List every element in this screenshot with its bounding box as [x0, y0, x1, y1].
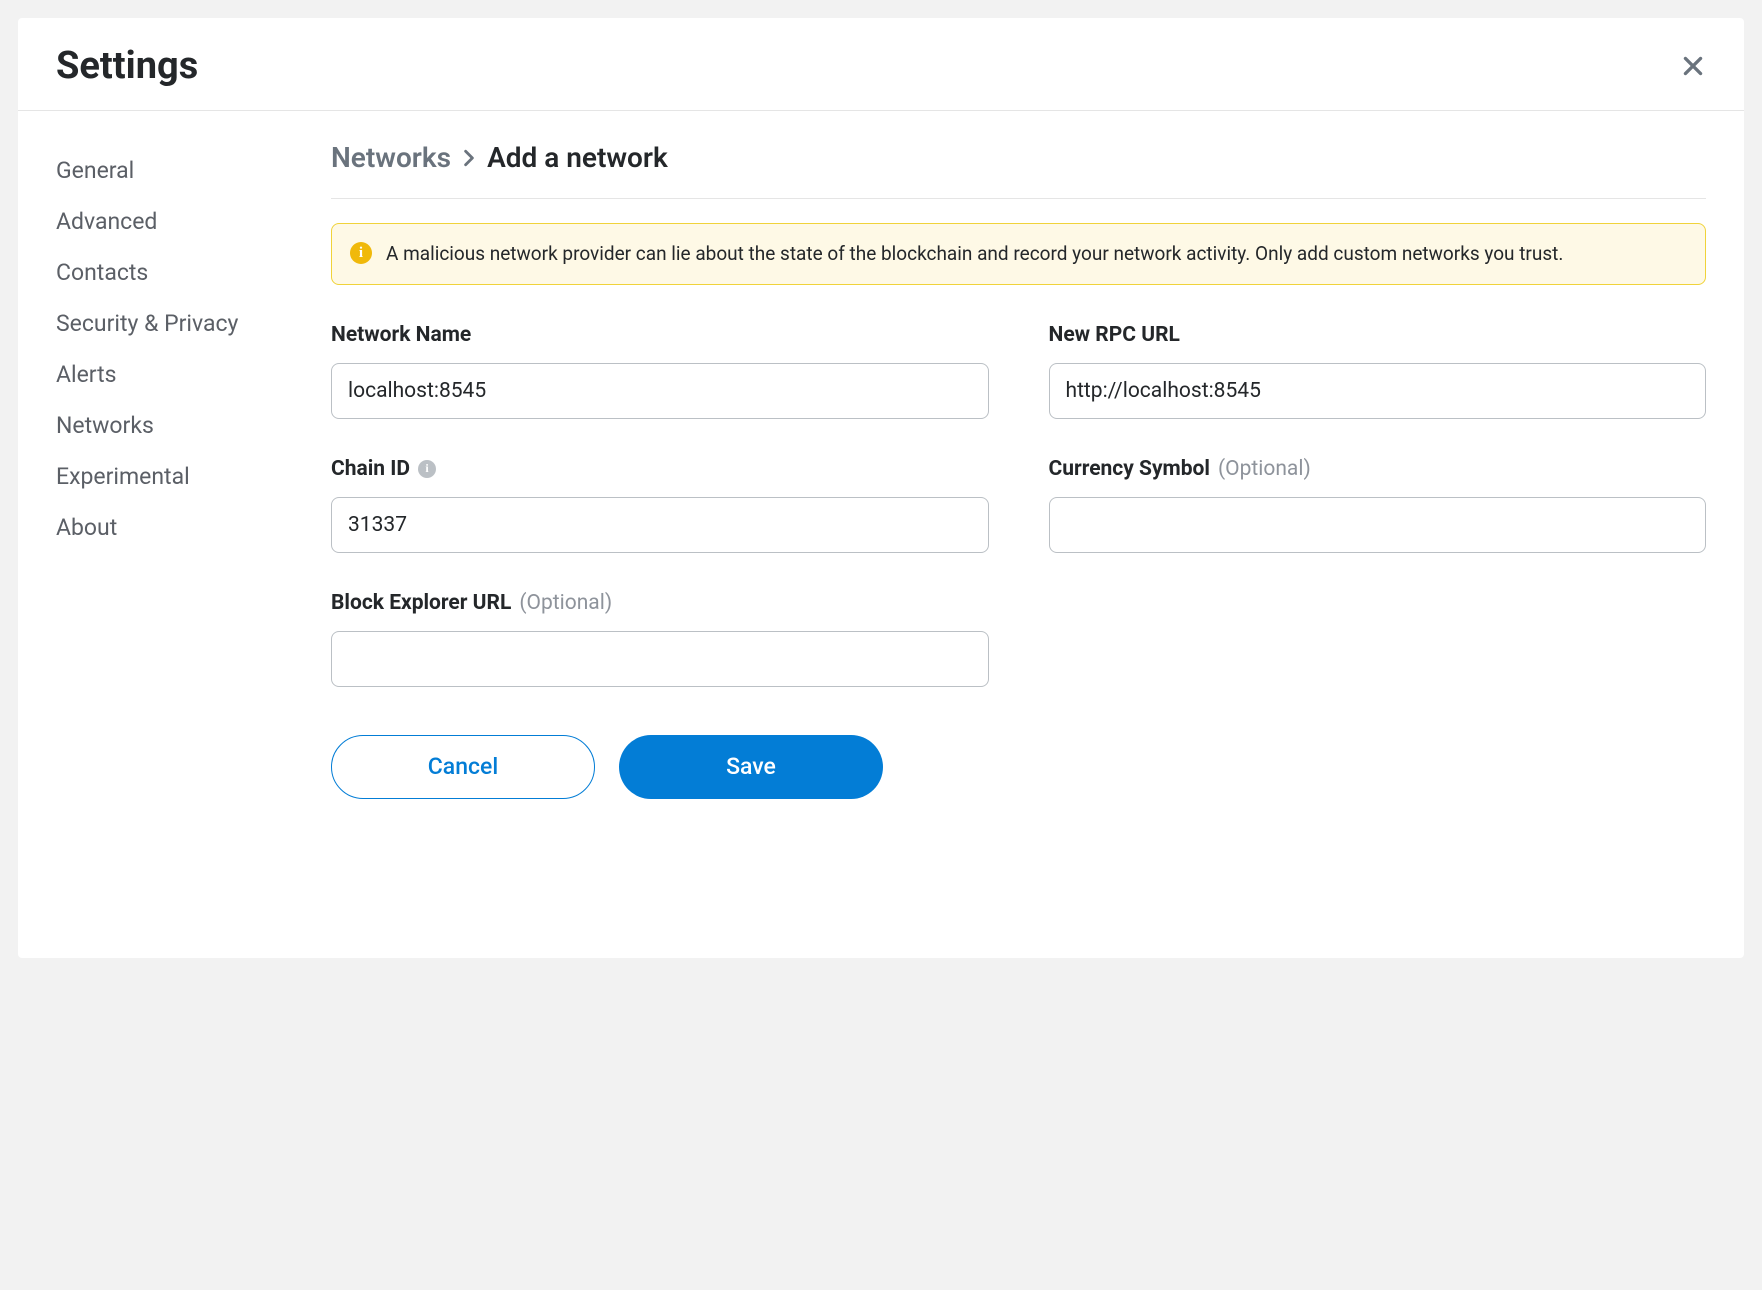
- sidebar-item-advanced[interactable]: Advanced: [56, 196, 311, 247]
- sidebar-item-general[interactable]: General: [56, 145, 311, 196]
- sidebar-item-alerts[interactable]: Alerts: [56, 349, 311, 400]
- cancel-button[interactable]: Cancel: [331, 735, 595, 799]
- settings-modal: Settings General Advanced Contacts Secur…: [18, 18, 1744, 958]
- sidebar-item-about[interactable]: About: [56, 502, 311, 553]
- chevron-right-icon: [463, 149, 475, 167]
- breadcrumb-current: Add a network: [487, 141, 668, 174]
- optional-block-explorer: (Optional): [519, 591, 612, 615]
- breadcrumb: Networks Add a network: [331, 141, 1706, 199]
- sidebar: General Advanced Contacts Security & Pri…: [56, 141, 311, 799]
- warning-icon: i: [350, 242, 372, 264]
- modal-header: Settings: [18, 18, 1744, 111]
- field-block-explorer: Block Explorer URL (Optional): [331, 591, 989, 687]
- modal-body: General Advanced Contacts Security & Pri…: [18, 111, 1744, 799]
- sidebar-item-networks[interactable]: Networks: [56, 400, 311, 451]
- warning-banner: i A malicious network provider can lie a…: [331, 223, 1706, 285]
- close-icon[interactable]: [1680, 53, 1706, 79]
- label-network-name: Network Name: [331, 323, 471, 347]
- field-network-name: Network Name: [331, 323, 989, 419]
- input-chain-id[interactable]: [331, 497, 989, 553]
- label-currency-symbol: Currency Symbol: [1049, 457, 1210, 481]
- optional-currency-symbol: (Optional): [1218, 457, 1311, 481]
- form-buttons: Cancel Save: [331, 735, 1706, 799]
- field-currency-symbol: Currency Symbol (Optional): [1049, 457, 1707, 553]
- warning-text: A malicious network provider can lie abo…: [386, 240, 1563, 268]
- field-rpc-url: New RPC URL: [1049, 323, 1707, 419]
- label-block-explorer: Block Explorer URL: [331, 591, 511, 615]
- sidebar-item-contacts[interactable]: Contacts: [56, 247, 311, 298]
- content: Networks Add a network i A malicious net…: [331, 141, 1706, 799]
- info-icon[interactable]: i: [418, 460, 436, 478]
- sidebar-item-security[interactable]: Security & Privacy: [56, 298, 311, 349]
- field-chain-id: Chain ID i: [331, 457, 989, 553]
- network-form: Network Name New RPC URL Chain ID i: [331, 323, 1706, 687]
- label-chain-id: Chain ID: [331, 457, 410, 481]
- input-block-explorer[interactable]: [331, 631, 989, 687]
- input-rpc-url[interactable]: [1049, 363, 1707, 419]
- input-currency-symbol[interactable]: [1049, 497, 1707, 553]
- sidebar-item-experimental[interactable]: Experimental: [56, 451, 311, 502]
- breadcrumb-root[interactable]: Networks: [331, 141, 451, 174]
- page-title: Settings: [56, 44, 198, 88]
- save-button[interactable]: Save: [619, 735, 883, 799]
- label-rpc-url: New RPC URL: [1049, 323, 1180, 347]
- input-network-name[interactable]: [331, 363, 989, 419]
